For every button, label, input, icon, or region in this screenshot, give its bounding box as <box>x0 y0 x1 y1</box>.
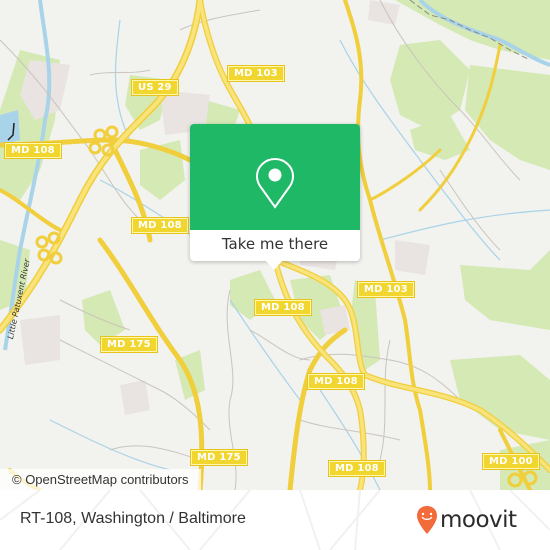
road-shield-us29: US 29 <box>131 79 179 96</box>
footer-bar: RT-108, Washington / Baltimore moovit <box>0 490 550 550</box>
map-attribution[interactable]: © OpenStreetMap contributors <box>0 469 201 490</box>
road-shield-md108: MD 108 <box>131 217 189 234</box>
road-shield-md108: MD 108 <box>307 373 365 390</box>
road-shield-md108: MD 108 <box>254 299 312 316</box>
popup-header <box>190 124 360 230</box>
road-shield-md175: MD 175 <box>100 336 158 353</box>
location-popup[interactable]: Take me there <box>190 124 360 270</box>
road-shield-md103: MD 103 <box>227 65 285 82</box>
moovit-logo[interactable]: moovit <box>416 504 517 536</box>
road-shield-md103: MD 103 <box>357 281 415 298</box>
popup-pointer <box>265 260 283 270</box>
map-view[interactable]: MD 103 US 29 MD 108 MD 108 MD 108 MD 103… <box>0 0 550 490</box>
take-me-there-button[interactable]: Take me there <box>190 230 360 261</box>
road-shield-md100: MD 100 <box>482 453 540 470</box>
road-shield-md108: MD 108 <box>4 142 62 159</box>
map-pin-icon <box>255 157 295 209</box>
moovit-wordmark: moovit <box>440 507 517 533</box>
moovit-pin-icon <box>417 506 437 534</box>
road-shield-md175: MD 175 <box>190 449 248 466</box>
reservoir <box>0 110 20 145</box>
location-title: RT-108, Washington / Baltimore <box>20 510 246 527</box>
road-shield-md108: MD 108 <box>328 460 386 477</box>
